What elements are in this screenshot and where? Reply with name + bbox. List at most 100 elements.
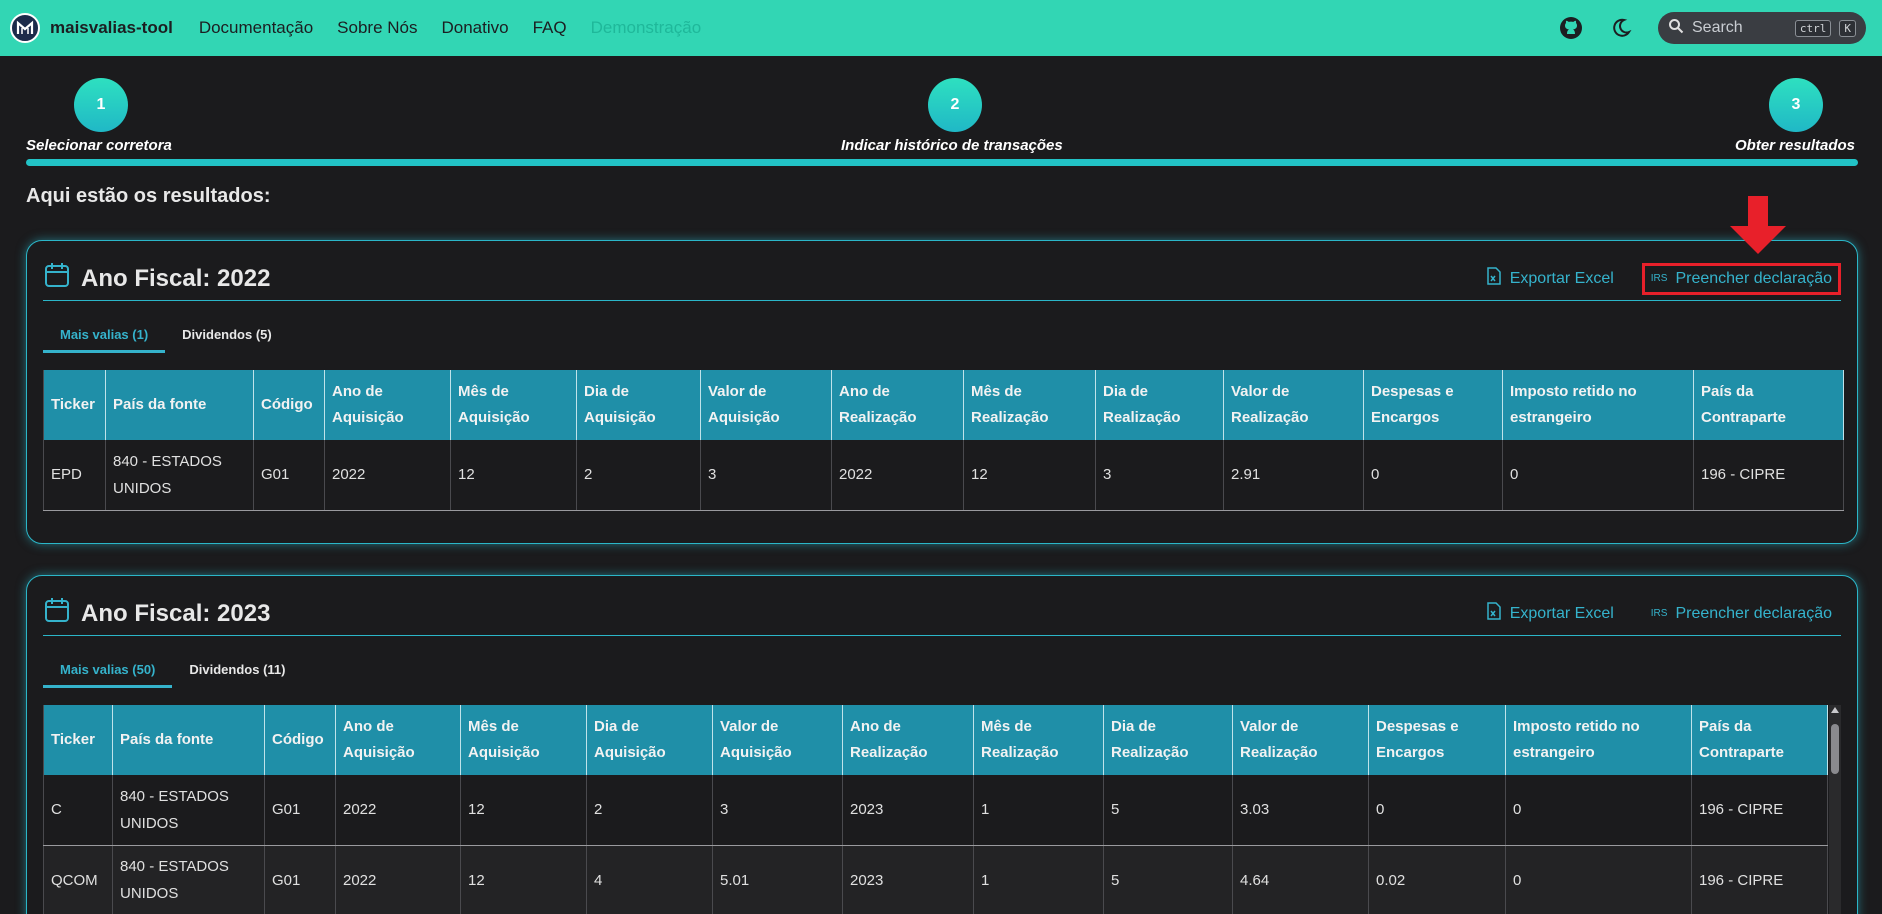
- search-box[interactable]: Search ctrl K: [1658, 12, 1866, 44]
- column-header[interactable]: Ticker: [43, 370, 106, 440]
- tab-dividendos[interactable]: Dividendos (11): [172, 654, 302, 688]
- excel-icon: [1486, 267, 1502, 290]
- export-excel-label: Exportar Excel: [1509, 604, 1614, 622]
- column-header[interactable]: Valor de Realização: [1232, 705, 1369, 775]
- card-title: Ano Fiscal: 2023: [81, 599, 271, 627]
- brand-name: maisvalias-tool: [50, 18, 173, 37]
- step-2-circle: 2: [928, 78, 982, 132]
- table-cell: 0: [1505, 775, 1692, 846]
- nav-link-donativo[interactable]: Donativo: [430, 18, 521, 38]
- table-cell: 5: [1103, 845, 1233, 914]
- export-excel-button[interactable]: Exportar Excel: [1480, 263, 1620, 294]
- red-arrow-annotation-icon: [1728, 196, 1788, 254]
- column-header[interactable]: Mês de Realização: [963, 370, 1096, 440]
- table-cell: 3: [712, 775, 843, 846]
- column-header[interactable]: País da fonte: [105, 370, 254, 440]
- table-cell: G01: [264, 845, 336, 914]
- column-header[interactable]: País da Contraparte: [1691, 705, 1828, 775]
- step-1-label: Selecionar corretora: [26, 137, 172, 154]
- fill-declaration-label: Preencher declaração: [1675, 269, 1832, 287]
- search-placeholder: Search: [1692, 19, 1743, 36]
- kbd-ctrl: ctrl: [1794, 19, 1832, 37]
- table-cell: 5: [1103, 775, 1233, 846]
- table-header-row: Ticker País da fonte Código Ano de Aquis…: [43, 705, 1828, 775]
- nav-link-demonstracao[interactable]: Demonstração: [579, 18, 714, 38]
- table-cell: 5.01: [712, 845, 843, 914]
- column-header[interactable]: Dia de Aquisição: [576, 370, 701, 440]
- export-excel-label: Exportar Excel: [1509, 269, 1614, 287]
- table-cell: 3.03: [1232, 775, 1369, 846]
- table-cell: 2022: [335, 775, 461, 846]
- scrollbar-thumb[interactable]: [1831, 724, 1839, 774]
- brand[interactable]: maisvalias-tool: [10, 13, 173, 43]
- table-cell: 0: [1368, 775, 1506, 846]
- step-1-circle: 1: [74, 78, 128, 132]
- column-header[interactable]: Valor de Aquisição: [700, 370, 832, 440]
- calendar-icon: [43, 596, 71, 631]
- table-cell: 3: [700, 440, 832, 511]
- capital-gains-table: Ticker País da fonte Código Ano de Aquis…: [43, 705, 1828, 914]
- column-header[interactable]: Despesas e Encargos: [1363, 370, 1503, 440]
- fill-declaration-button[interactable]: IRS Preencher declaração: [1641, 262, 1841, 295]
- column-header[interactable]: Ticker: [43, 705, 113, 775]
- table-cell: G01: [264, 775, 336, 846]
- irs-icon: IRS: [1650, 273, 1668, 284]
- table-cell: 840 - ESTADOS UNIDOS: [112, 775, 265, 846]
- export-excel-button[interactable]: Exportar Excel: [1480, 598, 1620, 629]
- table-cell: 840 - ESTADOS UNIDOS: [112, 845, 265, 914]
- column-header[interactable]: País da fonte: [112, 705, 265, 775]
- fiscal-year-card-2022: Ano Fiscal: 2022 Exportar Excel IRS Pree…: [26, 240, 1858, 544]
- fiscal-year-card-2023: Ano Fiscal: 2023 Exportar Excel IRS Pree…: [26, 575, 1858, 914]
- moon-icon[interactable]: [1608, 15, 1634, 41]
- column-header[interactable]: Dia de Realização: [1103, 705, 1233, 775]
- column-header[interactable]: Ano de Aquisição: [335, 705, 461, 775]
- table-cell: 2022: [831, 440, 964, 511]
- column-header[interactable]: Mês de Aquisição: [450, 370, 577, 440]
- column-header[interactable]: Mês de Realização: [973, 705, 1104, 775]
- column-header[interactable]: Mês de Aquisição: [460, 705, 587, 775]
- column-header[interactable]: Dia de Realização: [1095, 370, 1224, 440]
- column-header[interactable]: Ano de Aquisição: [324, 370, 451, 440]
- column-header[interactable]: Código: [264, 705, 336, 775]
- step-3-circle: 3: [1769, 78, 1823, 132]
- card-tabs: Mais valias (50) Dividendos (11): [43, 654, 302, 688]
- column-header[interactable]: Código: [253, 370, 325, 440]
- github-icon[interactable]: [1558, 15, 1584, 41]
- table-row: QCOM 840 - ESTADOS UNIDOS G01 2022 12 4 …: [43, 845, 1828, 914]
- excel-icon: [1486, 602, 1502, 625]
- column-header[interactable]: Ano de Realização: [842, 705, 974, 775]
- column-header[interactable]: Imposto retido no estrangeiro: [1502, 370, 1694, 440]
- nav-link-faq[interactable]: FAQ: [521, 18, 579, 38]
- table-cell: 12: [460, 775, 587, 846]
- table-cell: 4: [586, 845, 713, 914]
- column-header[interactable]: Ano de Realização: [831, 370, 964, 440]
- column-header[interactable]: País da Contraparte: [1693, 370, 1844, 440]
- table-cell: 0: [1363, 440, 1503, 511]
- table-scrollbar[interactable]: [1829, 705, 1841, 914]
- column-header[interactable]: Despesas e Encargos: [1368, 705, 1506, 775]
- step-3-label: Obter resultados: [1735, 137, 1856, 154]
- table-cell: C: [43, 775, 113, 846]
- column-header[interactable]: Valor de Realização: [1223, 370, 1364, 440]
- kbd-k: K: [1839, 19, 1856, 37]
- column-header[interactable]: Valor de Aquisição: [712, 705, 843, 775]
- fill-declaration-button[interactable]: IRS Preencher declaração: [1642, 598, 1841, 630]
- step-2-label: Indicar histórico de transações: [841, 137, 1063, 154]
- nav-link-sobre-nos[interactable]: Sobre Nós: [325, 18, 429, 38]
- table-cell: 2023: [842, 845, 974, 914]
- tab-mais-valias[interactable]: Mais valias (1): [43, 319, 166, 353]
- table-cell: 12: [963, 440, 1096, 511]
- column-header[interactable]: Imposto retido no estrangeiro: [1505, 705, 1692, 775]
- tab-mais-valias[interactable]: Mais valias (50): [43, 654, 173, 688]
- tab-dividendos[interactable]: Dividendos (5): [165, 319, 289, 353]
- fill-declaration-label: Preencher declaração: [1675, 604, 1832, 622]
- table-cell: 4.64: [1232, 845, 1369, 914]
- card-tabs: Mais valias (1) Dividendos (5): [43, 319, 289, 353]
- table-cell: 2: [586, 775, 713, 846]
- column-header[interactable]: Dia de Aquisição: [586, 705, 713, 775]
- table-cell: 1: [973, 845, 1104, 914]
- table-cell: 0: [1505, 845, 1692, 914]
- nav-link-documentacao[interactable]: Documentação: [187, 18, 325, 38]
- table-cell: 12: [450, 440, 577, 511]
- card-header: Ano Fiscal: 2022 Exportar Excel IRS Pree…: [43, 241, 1841, 301]
